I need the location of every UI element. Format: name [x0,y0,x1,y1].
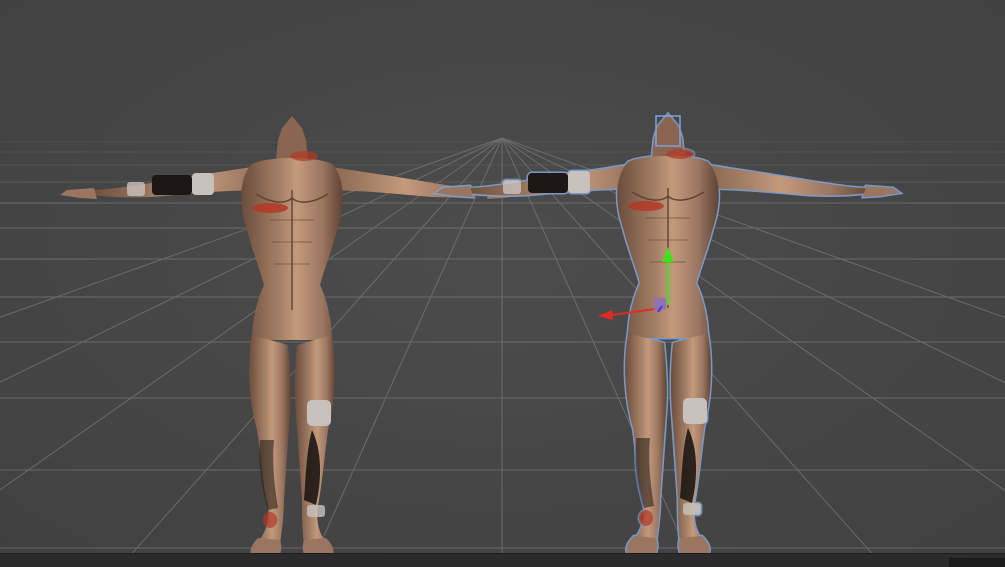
viewport-scene[interactable] [0,0,1005,567]
3d-viewport[interactable] [0,0,1005,567]
viewport-status-bar [0,553,1005,567]
status-bar-corner [949,558,1005,567]
